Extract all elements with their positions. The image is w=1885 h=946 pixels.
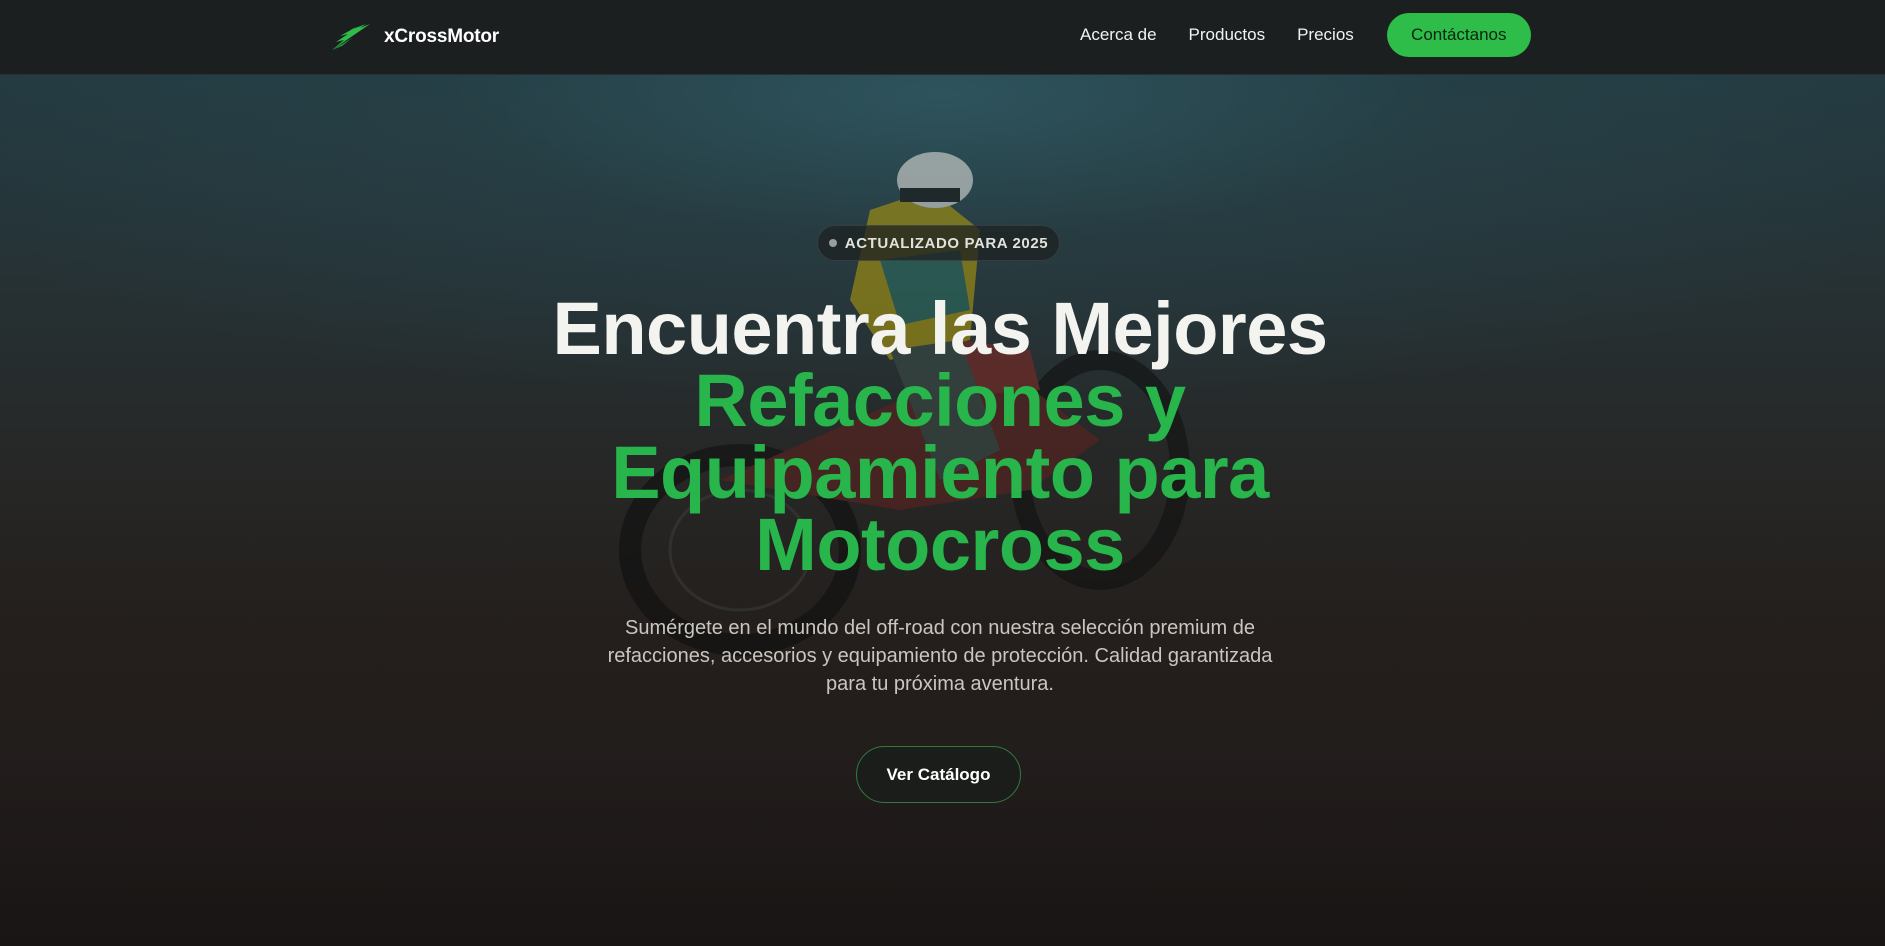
headline-line-3: Equipamiento para xyxy=(611,431,1269,514)
view-catalog-button[interactable]: Ver Catálogo xyxy=(856,746,1021,803)
brand-home-link[interactable]: xCrossMotor xyxy=(330,18,499,56)
headline-line-4: Motocross xyxy=(755,503,1125,586)
nav-link-acerca[interactable]: Acerca de xyxy=(1080,25,1157,45)
contact-button[interactable]: Contáctanos xyxy=(1386,13,1531,57)
top-navbar: xCrossMotor Acerca de Productos Precios … xyxy=(0,0,1885,75)
nav-link-precios[interactable]: Precios xyxy=(1297,25,1354,45)
hero-section: ACTUALIZADO PARA 2025 Encuentra las Mejo… xyxy=(0,75,1885,946)
badge-label: ACTUALIZADO PARA 2025 xyxy=(844,234,1049,252)
nav-link-productos[interactable]: Productos xyxy=(1189,25,1266,45)
brand-name: xCrossMotor xyxy=(384,26,499,47)
wing-logo-icon xyxy=(332,24,370,50)
headline-line-1: Encuentra las Mejores xyxy=(552,287,1328,370)
headline-line-2: Refacciones y xyxy=(694,359,1186,442)
dot-icon xyxy=(828,239,837,247)
update-badge: ACTUALIZADO PARA 2025 xyxy=(817,225,1060,261)
nav-links: Acerca de Productos Precios Contáctanos xyxy=(1080,13,1531,57)
hero-headline: Encuentra las Mejores Refacciones y Equi… xyxy=(440,287,1440,586)
hero-subtitle: Sumérgete en el mundo del off-road con n… xyxy=(607,617,1273,695)
